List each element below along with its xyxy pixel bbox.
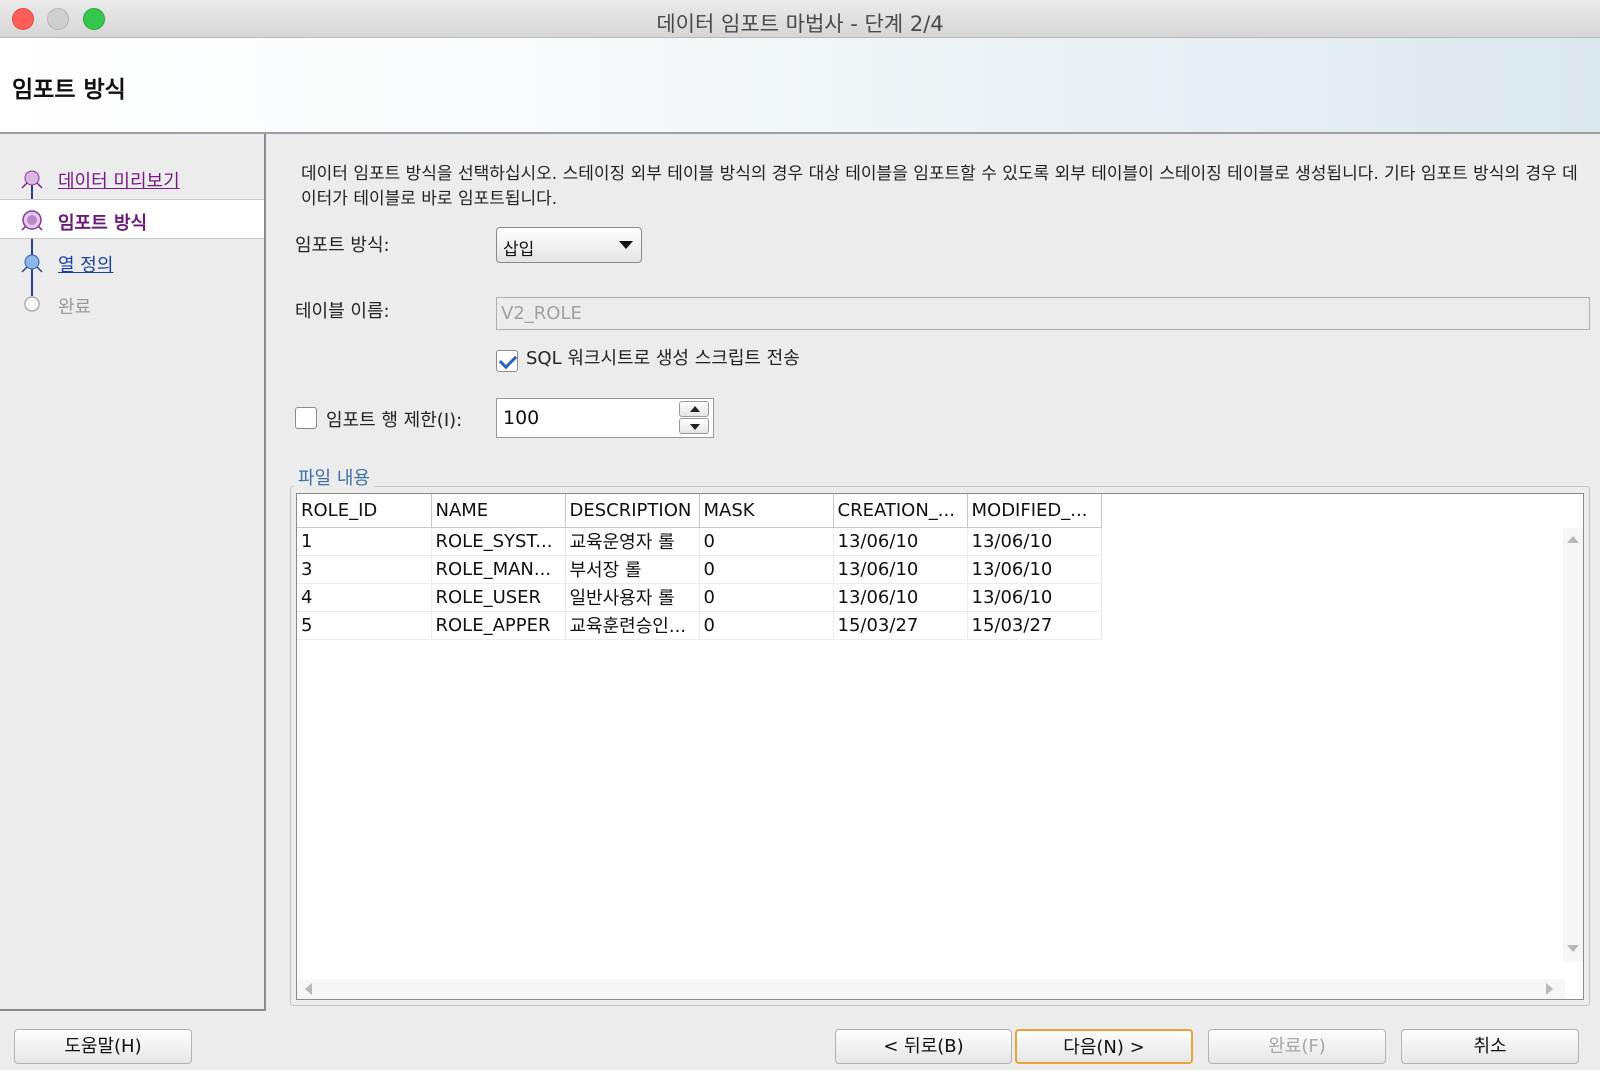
- table-cell: 13/06/10: [967, 583, 1102, 612]
- table-name-label: 테이블 이름:: [295, 301, 390, 322]
- row-limit-value[interactable]: 100: [503, 407, 539, 429]
- table-row[interactable]: 3 ROLE_MAN... 부서장 롤 0 13/06/10 13/06/10: [297, 555, 1102, 584]
- row-limit-checkbox[interactable]: [295, 407, 317, 429]
- column-header[interactable]: MODIFIED_...: [967, 494, 1102, 528]
- file-contents-title: 파일 내용: [294, 464, 374, 490]
- wizard-steps-nav: 데이터 미리보기 임포트 방식 열 정의 완료: [0, 134, 266, 1011]
- table-cell: 13/06/10: [967, 555, 1102, 584]
- nav-step-label[interactable]: 열 정의: [58, 251, 113, 277]
- table-cell: 15/03/27: [833, 611, 968, 640]
- table-cell: 13/06/10: [967, 527, 1102, 556]
- table-cell: 15/03/27: [967, 611, 1102, 640]
- table-cell: ROLE_USER: [431, 583, 566, 612]
- scroll-left-arrow-icon[interactable]: [305, 983, 312, 995]
- horizontal-scrollbar[interactable]: [297, 979, 1565, 999]
- import-method-select[interactable]: 삽입: [496, 227, 642, 263]
- spinner-buttons: [679, 401, 709, 435]
- table-name-value: V2_ROLE: [501, 303, 582, 324]
- table-row[interactable]: 1 ROLE_SYST... 교육운영자 롤 0 13/06/10 13/06/…: [297, 527, 1102, 556]
- spinner-down-arrow-icon[interactable]: [679, 418, 709, 434]
- table-cell: 3: [297, 555, 432, 584]
- table-cell: ROLE_APPER: [431, 611, 566, 640]
- nav-step-import-method[interactable]: 임포트 방식: [0, 199, 264, 239]
- table-cell: 0: [699, 555, 834, 584]
- table-cell: 0: [699, 611, 834, 640]
- scroll-up-arrow-icon[interactable]: [1567, 536, 1579, 543]
- scroll-down-arrow-icon[interactable]: [1567, 945, 1579, 952]
- table-cell: 교육훈련승인...: [565, 611, 700, 640]
- step-description: 데이터 임포트 방식을 선택하십시오. 스테이징 외부 테이블 방식의 경우 대…: [301, 164, 1578, 209]
- send-script-label[interactable]: SQL 워크시트로 생성 스크립트 전송: [526, 344, 800, 370]
- step-node-empty-icon: [24, 296, 40, 312]
- data-table: ROLE_ID NAME DESCRIPTION MASK CREATION_.…: [297, 494, 1102, 640]
- current-step-node-icon: [21, 210, 43, 231]
- step-node-icon: [21, 170, 43, 189]
- table-cell: 4: [297, 583, 432, 612]
- column-header[interactable]: DESCRIPTION: [565, 494, 700, 528]
- column-header[interactable]: CREATION_...: [833, 494, 968, 528]
- send-script-checkbox[interactable]: [496, 350, 518, 372]
- scroll-right-arrow-icon[interactable]: [1546, 983, 1553, 995]
- table-cell: ROLE_MAN...: [431, 555, 566, 584]
- column-header[interactable]: ROLE_ID: [297, 494, 432, 528]
- vertical-scrollbar[interactable]: [1563, 528, 1583, 962]
- wizard-header: 임포트 방식: [0, 38, 1600, 134]
- row-limit-spinner[interactable]: 100: [496, 398, 714, 438]
- finish-button: 완료(F): [1208, 1029, 1386, 1064]
- page-title: 임포트 방식: [12, 77, 126, 103]
- file-contents-table[interactable]: ROLE_ID NAME DESCRIPTION MASK CREATION_.…: [296, 493, 1584, 1000]
- import-method-value: 삽입: [503, 240, 535, 260]
- step-node-icon: [21, 254, 43, 273]
- table-cell: 0: [699, 583, 834, 612]
- row-limit-label[interactable]: 임포트 행 제한(I):: [326, 406, 462, 432]
- help-button[interactable]: 도움말(H): [14, 1029, 192, 1064]
- table-row[interactable]: 5 ROLE_APPER 교육훈련승인... 0 15/03/27 15/03/…: [297, 611, 1102, 640]
- title-bar: 데이터 임포트 마법사 - 단계 2/4: [0, 0, 1600, 38]
- table-cell: ROLE_SYST...: [431, 527, 566, 556]
- chevron-down-icon: [619, 241, 633, 249]
- column-header[interactable]: MASK: [699, 494, 834, 528]
- table-cell: 13/06/10: [833, 555, 968, 584]
- nav-step-label: 완료: [58, 297, 92, 318]
- table-cell: 1: [297, 527, 432, 556]
- table-cell: 5: [297, 611, 432, 640]
- import-method-label: 임포트 방식:: [295, 235, 390, 256]
- table-header-row: ROLE_ID NAME DESCRIPTION MASK CREATION_.…: [297, 494, 1102, 528]
- table-cell: 13/06/10: [833, 583, 968, 612]
- cancel-button[interactable]: 취소: [1401, 1029, 1579, 1064]
- nav-step-label: 임포트 방식: [58, 213, 148, 234]
- nav-step-data-preview[interactable]: 데이터 미리보기: [0, 158, 264, 198]
- next-button[interactable]: 다음(N) >: [1015, 1029, 1193, 1064]
- nav-step-column-definition[interactable]: 열 정의: [0, 242, 264, 282]
- wizard-content: 데이터 임포트 방식을 선택하십시오. 스테이징 외부 테이블 방식의 경우 대…: [268, 134, 1600, 1011]
- table-cell: 일반사용자 롤: [565, 583, 700, 612]
- spinner-up-arrow-icon[interactable]: [679, 401, 709, 417]
- table-cell: 13/06/10: [833, 527, 968, 556]
- nav-step-finish: 완료: [0, 284, 264, 324]
- nav-step-label[interactable]: 데이터 미리보기: [58, 167, 180, 193]
- table-name-field: V2_ROLE: [496, 297, 1590, 330]
- table-row[interactable]: 4 ROLE_USER 일반사용자 롤 0 13/06/10 13/06/10: [297, 583, 1102, 612]
- table-cell: 0: [699, 527, 834, 556]
- table-cell: 교육운영자 롤: [565, 527, 700, 556]
- table-cell: 부서장 롤: [565, 555, 700, 584]
- column-header[interactable]: NAME: [431, 494, 566, 528]
- window-title: 데이터 임포트 마법사 - 단계 2/4: [656, 12, 944, 36]
- back-button[interactable]: < 뒤로(B): [835, 1029, 1012, 1064]
